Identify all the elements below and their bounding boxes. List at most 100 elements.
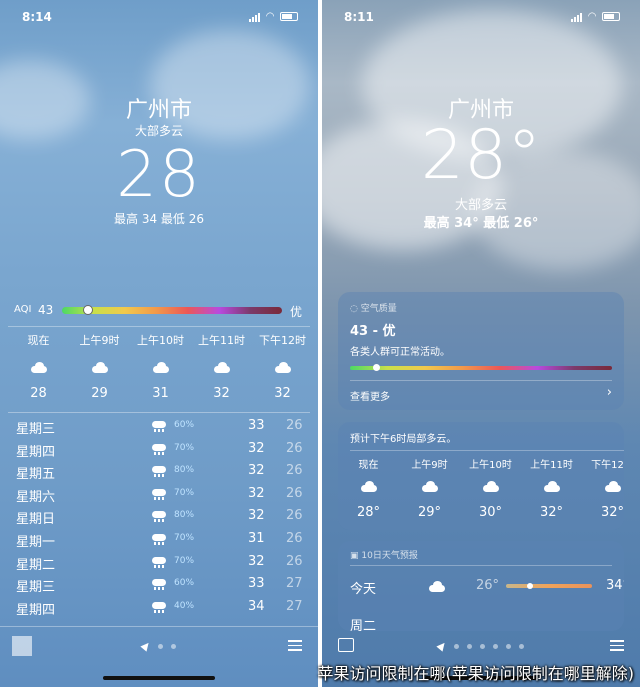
hourly-forecast[interactable]: 现在 28 上午9时 29 上午10时 31 上午11时 32 下午12时 32 下午 3: [8, 332, 318, 401]
icon-wrap: [130, 352, 191, 382]
hour-temp: 31: [152, 386, 169, 401]
hour-label: 上午11时: [530, 460, 573, 471]
daily-row[interactable]: 星期四 70% 32 26: [16, 439, 306, 462]
high-temp: 31: [248, 530, 265, 546]
condition: 大部多云: [454, 198, 507, 213]
rain-icon: [151, 532, 167, 546]
daily-row[interactable]: 星期四 40% 34 27: [16, 597, 306, 620]
location-arrow-icon: [140, 640, 152, 652]
hour-temp: 28°: [356, 505, 381, 520]
list-icon[interactable]: [610, 637, 624, 654]
cloud-icon: [421, 480, 439, 492]
daily-row[interactable]: 星期三 60% 33 26: [16, 416, 306, 439]
hour-temp: 32: [213, 386, 230, 401]
icon-wrap: [582, 471, 624, 501]
low-temp: 27: [286, 598, 303, 614]
aqi-row[interactable]: AQI 43 优: [14, 303, 302, 319]
low-temp: 26: [286, 530, 303, 546]
cloud-icon: [428, 581, 446, 592]
see-more-link[interactable]: 查看更多: [350, 388, 390, 403]
precip-chance: 70%: [174, 532, 195, 543]
current-temp-marker: [527, 583, 533, 589]
daily-row[interactable]: 星期五 80% 32 26: [16, 461, 306, 484]
hour-temp: 29°: [417, 505, 442, 520]
daily-forecast: 星期三 60% 33 26 星期四 70% 32 26 星期五 80% 32 26 星期六 70% 32 26…: [16, 416, 306, 619]
icon-wrap: [338, 471, 399, 501]
hourly-item: 现在 28: [8, 332, 69, 401]
icon-wrap: [521, 471, 582, 501]
list-icon[interactable]: [288, 637, 302, 654]
low-temp: 26: [286, 463, 303, 479]
aqi-label: AQI: [14, 304, 32, 315]
high-temp: 32: [248, 485, 265, 501]
daily-row[interactable]: 星期六 70% 32 26: [16, 484, 306, 507]
page-dot: [480, 643, 485, 649]
rain-icon: [151, 555, 167, 569]
icon-wrap: [191, 352, 252, 382]
air-quality-header: ◌ 空气质量: [350, 304, 397, 314]
page-indicator[interactable]: [322, 640, 640, 652]
status-icons: ◠: [571, 11, 620, 22]
day-label: 星期日: [16, 512, 56, 528]
hourly-card[interactable]: 预计下午6时局部多云。 现在 28° 上午9时 29° 上午10时 30° 上午11时 32°…: [338, 422, 624, 530]
status-bar: 8:11 ◠: [344, 10, 620, 26]
divider: [8, 326, 310, 327]
hourly-item: 上午10时 31: [130, 332, 191, 401]
page-dot: [467, 643, 472, 649]
status-time: 8:14: [22, 10, 52, 24]
page-indicator[interactable]: [0, 640, 318, 652]
cloud-icon: [152, 361, 170, 373]
hour-temp: 28: [30, 386, 47, 401]
hourly-item: 上午9时 29°: [399, 456, 460, 520]
page-dot: [493, 643, 498, 649]
high-temp: 32: [248, 553, 265, 569]
precip-chance: 40%: [174, 600, 195, 611]
status-icons: ◠: [249, 11, 298, 22]
hour-label: 上午9时: [411, 460, 448, 471]
status-time: 8:11: [344, 10, 374, 24]
rain-icon: [151, 577, 167, 591]
hourly-item: 上午11时 32°: [521, 456, 582, 520]
high-temp: 32: [248, 463, 265, 479]
precip-chance: 70%: [174, 555, 195, 566]
city-name: 广州市: [125, 98, 192, 123]
high-temp: 32: [248, 440, 265, 456]
hourly-forecast[interactable]: 现在 28° 上午9时 29° 上午10时 30° 上午11时 32° 下午12时 32°: [338, 456, 624, 520]
icon-wrap: [399, 471, 460, 501]
signal-icon: [571, 12, 583, 22]
hour-temp: 32: [274, 386, 291, 401]
day-label: 星期二: [16, 557, 56, 573]
daily-row[interactable]: 星期二 70% 32 26: [16, 552, 306, 575]
hour-label: 现在: [358, 460, 379, 471]
rain-icon: [151, 464, 167, 478]
hourly-item: 下午 3: [313, 332, 318, 401]
wifi-icon: ◠: [588, 11, 596, 22]
wifi-icon: ◠: [266, 11, 274, 22]
left-screenshot: 8:14 ◠ 广州市 大部多云 28 最高 34 最低 26 AQI 43 优 …: [0, 0, 318, 687]
ten-day-title: 10日天气预报: [361, 551, 418, 561]
icon-wrap: [252, 352, 313, 382]
hour-label: 下午12时: [591, 460, 624, 471]
daily-row[interactable]: 星期三 60% 33 27: [16, 574, 306, 597]
condition: 大部多云: [134, 124, 183, 138]
day-label: 星期三: [16, 422, 56, 437]
hour-label: 上午10时: [137, 334, 184, 347]
low-temp: 27: [286, 576, 303, 592]
bottom-toolbar: [0, 628, 318, 687]
hourly-item: 上午10时 30°: [460, 456, 521, 520]
right-screenshot: 8:11 ◠ 广州市 28° 大部多云 最高 34° 最低 26° ◌ 空气质量…: [322, 0, 640, 687]
hourly-item: 下午12时 32°: [582, 456, 624, 520]
forecast-note: 预计下午6时局部多云。: [350, 434, 457, 445]
ten-day-card[interactable]: ▣ 10日天气预报 今天 26° 34° 周二: [338, 541, 624, 631]
cloud-icon: [274, 361, 292, 373]
aqi-grade: 优: [289, 305, 302, 319]
page-dot: [519, 643, 524, 649]
day-label: 星期六: [16, 489, 56, 505]
daily-row[interactable]: 星期日 80% 32 26: [16, 506, 306, 529]
air-quality-card[interactable]: ◌ 空气质量 43 - 优 各类人群可正常活动。 查看更多 ›: [338, 292, 624, 410]
low-temp: 26: [286, 418, 303, 433]
cloud-icon: [482, 480, 500, 492]
chevron-right-icon[interactable]: ›: [607, 385, 612, 400]
high-temp: 34: [248, 598, 265, 614]
daily-row[interactable]: 星期一 70% 31 26: [16, 529, 306, 552]
